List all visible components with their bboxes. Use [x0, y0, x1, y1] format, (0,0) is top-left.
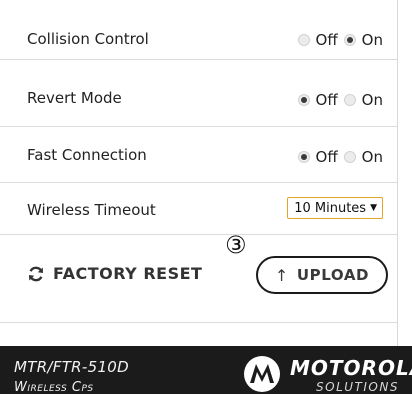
model-name: MTR/FTR-510D	[14, 358, 129, 376]
setting-row-fast-connection: Fast Connection Off On	[0, 127, 397, 183]
collision-control-label: Collision Control	[27, 30, 149, 48]
collision-control-on-radio[interactable]	[343, 34, 356, 46]
dropdown-arrow-icon: ▼	[370, 203, 377, 213]
app-subtitle: Wireless Cps	[14, 380, 94, 395]
revert-mode-radio-group: Off On	[297, 91, 383, 109]
fast-connection-on-radio[interactable]	[343, 151, 356, 163]
fast-connection-off-label: Off	[315, 148, 338, 166]
setting-row-collision-control: Collision Control Off On	[0, 0, 397, 60]
revert-mode-on-radio[interactable]	[343, 94, 356, 106]
fast-connection-label: Fast Connection	[27, 146, 147, 164]
revert-mode-off-radio[interactable]	[297, 94, 310, 106]
revert-mode-label: Revert Mode	[27, 89, 122, 107]
wireless-timeout-value: 10 Minutes	[294, 200, 367, 216]
factory-reset-button[interactable]: FACTORY RESET	[27, 264, 202, 283]
brand-subtitle: SOLUTIONS	[316, 380, 399, 394]
collision-control-radio-group: Off On	[297, 31, 383, 49]
arrow-up-icon: ↑	[274, 265, 289, 285]
motorola-logo-icon	[244, 356, 280, 392]
brand-name: MOTOROLA	[290, 356, 412, 380]
setting-row-wireless-timeout: Wireless Timeout 10 Minutes ▼	[0, 183, 397, 235]
fast-connection-on-label: On	[361, 148, 383, 166]
setting-row-revert-mode: Revert Mode Off On	[0, 60, 397, 127]
fast-connection-off-radio[interactable]	[297, 151, 310, 163]
collision-control-off-label: Off	[315, 31, 338, 49]
factory-reset-label: FACTORY RESET	[53, 264, 203, 283]
collision-control-on-label: On	[361, 31, 383, 49]
wireless-timeout-select[interactable]: 10 Minutes ▼	[287, 197, 383, 219]
wireless-timeout-label: Wireless Timeout	[27, 201, 156, 219]
refresh-icon	[29, 266, 43, 281]
step-marker: ③	[225, 231, 247, 259]
upload-button[interactable]: ↑ UPLOAD	[256, 256, 388, 294]
footer-bar: MTR/FTR-510D Wireless Cps MOTOROLA SOLUT…	[0, 346, 412, 395]
upload-label: UPLOAD	[296, 266, 370, 284]
revert-mode-on-label: On	[361, 91, 383, 109]
revert-mode-off-label: Off	[315, 91, 338, 109]
settings-panel: Collision Control Off On Revert Mode Off…	[0, 0, 398, 346]
collision-control-off-radio[interactable]	[297, 34, 310, 46]
fast-connection-radio-group: Off On	[297, 148, 383, 166]
